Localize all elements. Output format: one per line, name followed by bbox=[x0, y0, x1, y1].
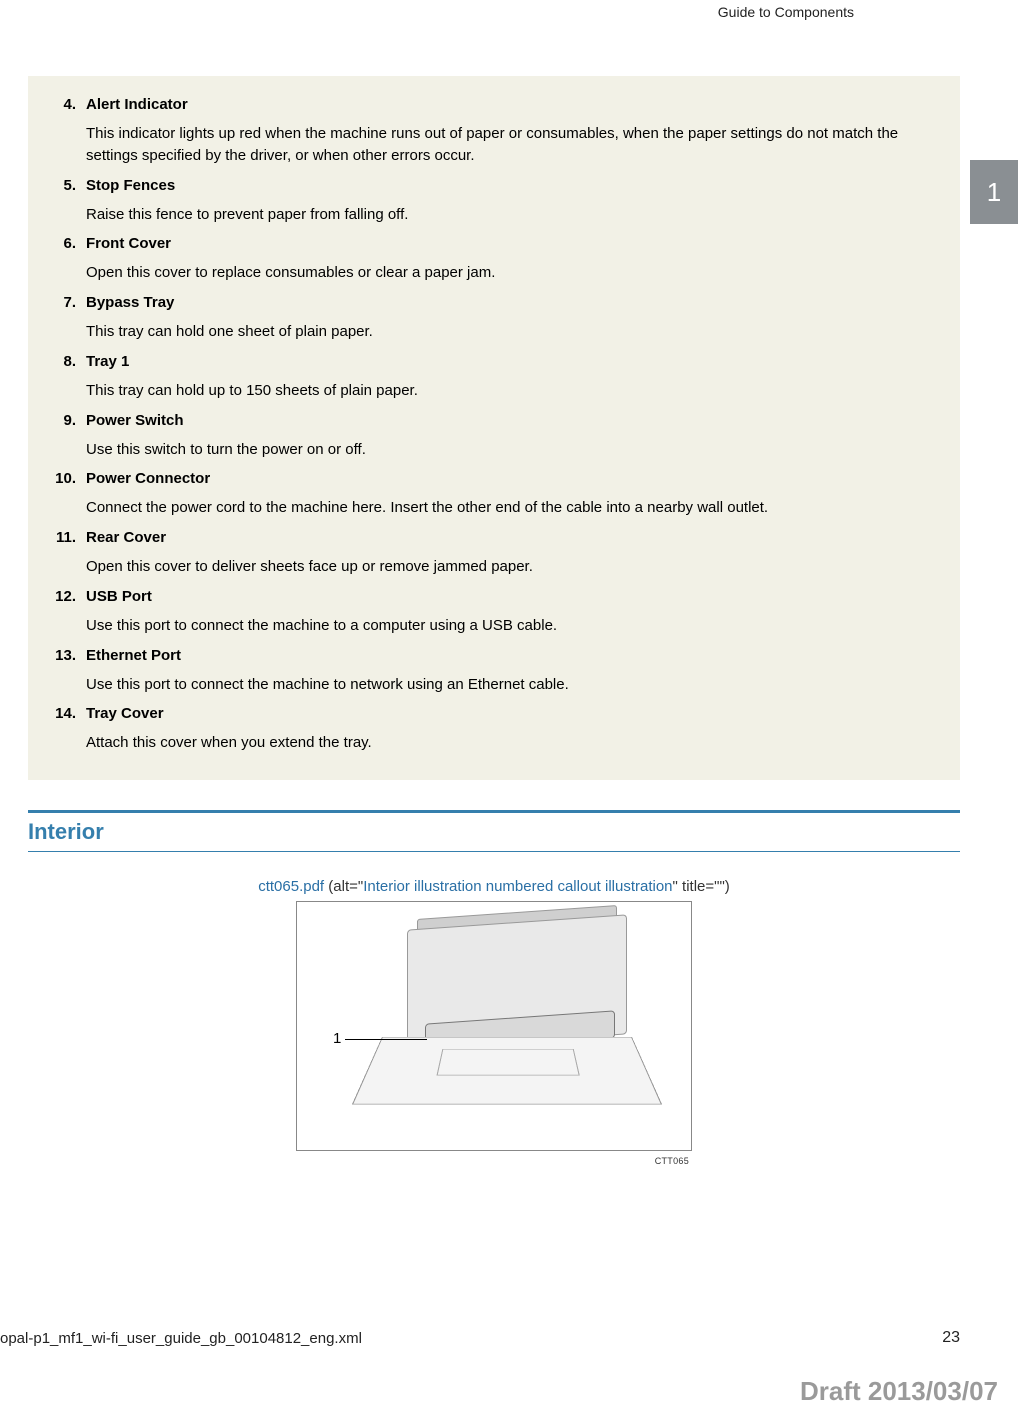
callout-number: 1 bbox=[333, 1030, 341, 1047]
list-item: 7. Bypass Tray This tray can hold one sh… bbox=[46, 294, 942, 343]
list-description: Use this switch to turn the power on or … bbox=[86, 439, 942, 461]
list-number: 6. bbox=[46, 235, 86, 284]
list-title: Rear Cover bbox=[86, 529, 942, 546]
list-description: Use this port to connect the machine to … bbox=[86, 674, 942, 696]
numbered-list: 4. Alert Indicator This indicator lights… bbox=[28, 76, 960, 780]
footer-filename: opal-p1_mf1_wi-fi_user_guide_gb_00104812… bbox=[0, 1330, 362, 1347]
chapter-tab: 1 bbox=[970, 160, 1018, 224]
list-description: Attach this cover when you extend the tr… bbox=[86, 732, 942, 754]
callout-leader-line bbox=[345, 1039, 427, 1040]
list-description: Raise this fence to prevent paper from f… bbox=[86, 204, 942, 226]
list-title: Power Switch bbox=[86, 412, 942, 429]
list-item: 13. Ethernet Port Use this port to conne… bbox=[46, 647, 942, 696]
figure-alt-prefix: (alt=" bbox=[324, 878, 363, 895]
list-number: 4. bbox=[46, 96, 86, 167]
list-title: USB Port bbox=[86, 588, 942, 605]
list-description: Open this cover to deliver sheets face u… bbox=[86, 556, 942, 578]
list-item: 14. Tray Cover Attach this cover when yo… bbox=[46, 705, 942, 754]
section-heading: Interior bbox=[28, 819, 960, 845]
list-description: This indicator lights up red when the ma… bbox=[86, 123, 942, 167]
printer-interior-illustration: 1 CTT065 bbox=[296, 901, 692, 1151]
figure-meta: ctt065.pdf (alt="Interior illustration n… bbox=[28, 878, 960, 895]
list-description: This tray can hold up to 150 sheets of p… bbox=[86, 380, 942, 402]
list-title: Tray Cover bbox=[86, 705, 942, 722]
heading-bar-top bbox=[28, 810, 960, 813]
list-title: Front Cover bbox=[86, 235, 942, 252]
printer-front-tray-shape bbox=[352, 1037, 662, 1105]
footer-page-number: 23 bbox=[942, 1329, 960, 1347]
figure-alt-suffix: " title="") bbox=[673, 878, 730, 895]
list-number: 5. bbox=[46, 177, 86, 226]
list-description: This tray can hold one sheet of plain pa… bbox=[86, 321, 942, 343]
list-number: 12. bbox=[46, 588, 86, 637]
list-item: 12. USB Port Use this port to connect th… bbox=[46, 588, 942, 637]
list-number: 11. bbox=[46, 529, 86, 578]
list-number: 7. bbox=[46, 294, 86, 343]
figure-alt-text: Interior illustration numbered callout i… bbox=[363, 878, 672, 895]
figure-area: ctt065.pdf (alt="Interior illustration n… bbox=[28, 878, 960, 1151]
list-title: Stop Fences bbox=[86, 177, 942, 194]
list-title: Ethernet Port bbox=[86, 647, 942, 664]
heading-bar-bottom bbox=[28, 851, 960, 852]
figure-code: CTT065 bbox=[655, 1156, 689, 1166]
draft-watermark: Draft 2013/03/07 bbox=[800, 1376, 998, 1407]
list-item: 9. Power Switch Use this switch to turn … bbox=[46, 412, 942, 461]
list-item: 5. Stop Fences Raise this fence to preve… bbox=[46, 177, 942, 226]
list-item: 8. Tray 1 This tray can hold up to 150 s… bbox=[46, 353, 942, 402]
list-description: Use this port to connect the machine to … bbox=[86, 615, 942, 637]
figure-filename-link[interactable]: ctt065.pdf bbox=[258, 878, 324, 895]
list-item: 10. Power Connector Connect the power co… bbox=[46, 470, 942, 519]
list-item: 11. Rear Cover Open this cover to delive… bbox=[46, 529, 942, 578]
list-description: Open this cover to replace consumables o… bbox=[86, 262, 942, 284]
page-header-section: Guide to Components bbox=[718, 4, 854, 20]
section-heading-block: Interior bbox=[28, 810, 960, 852]
list-number: 13. bbox=[46, 647, 86, 696]
list-title: Tray 1 bbox=[86, 353, 942, 370]
list-number: 14. bbox=[46, 705, 86, 754]
list-number: 10. bbox=[46, 470, 86, 519]
list-number: 9. bbox=[46, 412, 86, 461]
list-number: 8. bbox=[46, 353, 86, 402]
list-item: 4. Alert Indicator This indicator lights… bbox=[46, 96, 942, 167]
list-description: Connect the power cord to the machine he… bbox=[86, 497, 942, 519]
list-title: Alert Indicator bbox=[86, 96, 942, 113]
list-title: Bypass Tray bbox=[86, 294, 942, 311]
list-title: Power Connector bbox=[86, 470, 942, 487]
list-item: 6. Front Cover Open this cover to replac… bbox=[46, 235, 942, 284]
